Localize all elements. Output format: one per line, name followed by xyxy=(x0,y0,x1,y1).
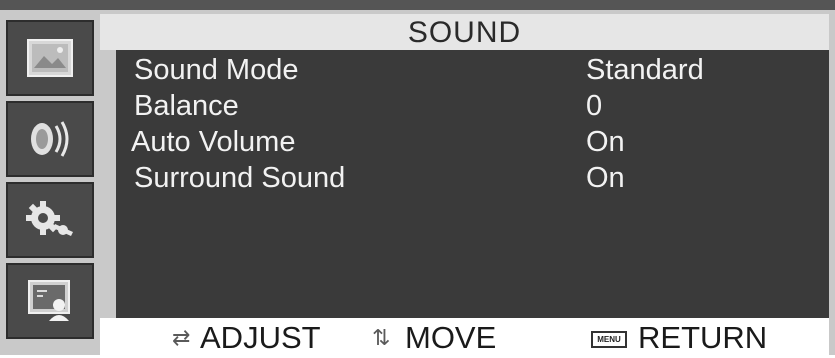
balance-value[interactable]: 0 xyxy=(586,88,602,124)
picture-icon xyxy=(27,39,73,77)
sound-mode-value[interactable]: Standard xyxy=(586,52,704,88)
balance-label[interactable]: Balance xyxy=(134,88,239,124)
auto-volume-value[interactable]: On xyxy=(586,124,625,160)
top-border xyxy=(0,0,835,10)
surround-sound-label[interactable]: Surround Sound xyxy=(134,160,345,196)
move-arrows-icon: ⇅ xyxy=(372,325,391,350)
tab-setup[interactable] xyxy=(6,182,94,258)
menu-title: SOUND xyxy=(407,16,522,49)
surround-sound-value[interactable]: On xyxy=(586,160,625,196)
speaker-icon xyxy=(31,121,69,157)
menu-button-icon: MENU xyxy=(591,331,627,348)
gears-icon xyxy=(26,201,73,236)
return-hint: RETURN xyxy=(638,320,768,355)
move-hint: MOVE xyxy=(405,320,497,355)
auto-volume-label[interactable]: Auto Volume xyxy=(131,124,295,160)
tab-picture[interactable] xyxy=(6,20,94,96)
tab-input[interactable] xyxy=(6,263,94,339)
adjust-hint: ADJUST xyxy=(200,320,321,355)
tab-sound[interactable] xyxy=(6,101,94,177)
adjust-arrows-icon: ⇄ xyxy=(172,325,191,350)
sound-mode-label[interactable]: Sound Mode xyxy=(134,52,298,88)
screen-user-icon xyxy=(28,280,70,321)
